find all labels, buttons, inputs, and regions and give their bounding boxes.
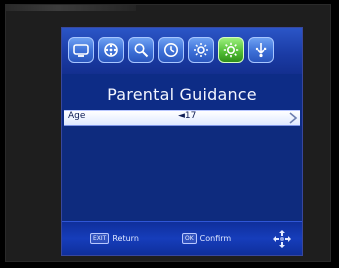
settings-icon[interactable] bbox=[188, 37, 214, 63]
gear-icon[interactable] bbox=[218, 37, 244, 63]
tv-icon[interactable] bbox=[68, 37, 94, 63]
age-value[interactable]: ◄17 bbox=[178, 111, 196, 121]
page-title: Parental Guidance bbox=[107, 85, 257, 104]
exit-key: EXIT bbox=[90, 233, 110, 244]
footer-bar: EXIT Return OK Confirm bbox=[62, 221, 302, 255]
age-label: Age bbox=[68, 111, 86, 121]
clock-icon[interactable] bbox=[158, 37, 184, 63]
film-reel-icon[interactable] bbox=[98, 37, 124, 63]
settings-content-area bbox=[62, 126, 302, 227]
age-setting-row[interactable]: Age ◄17 bbox=[64, 110, 300, 126]
usb-icon[interactable] bbox=[248, 37, 274, 63]
confirm-hint: OK Confirm bbox=[182, 233, 231, 244]
return-text: Return bbox=[112, 234, 139, 243]
return-hint: EXIT Return bbox=[90, 233, 139, 244]
search-icon[interactable] bbox=[128, 37, 154, 63]
osd-screen: Parental Guidance Age ◄17 EXIT Return OK… bbox=[61, 27, 303, 256]
top-strip bbox=[6, 5, 136, 11]
dpad-icon bbox=[273, 230, 291, 248]
top-icon-bar bbox=[62, 28, 302, 74]
ok-key: OK bbox=[182, 233, 197, 244]
menu-icon-row bbox=[68, 37, 274, 63]
chevron-right-icon[interactable] bbox=[288, 112, 298, 124]
confirm-text: Confirm bbox=[199, 234, 232, 243]
tv-frame: Parental Guidance Age ◄17 EXIT Return OK… bbox=[5, 4, 331, 262]
